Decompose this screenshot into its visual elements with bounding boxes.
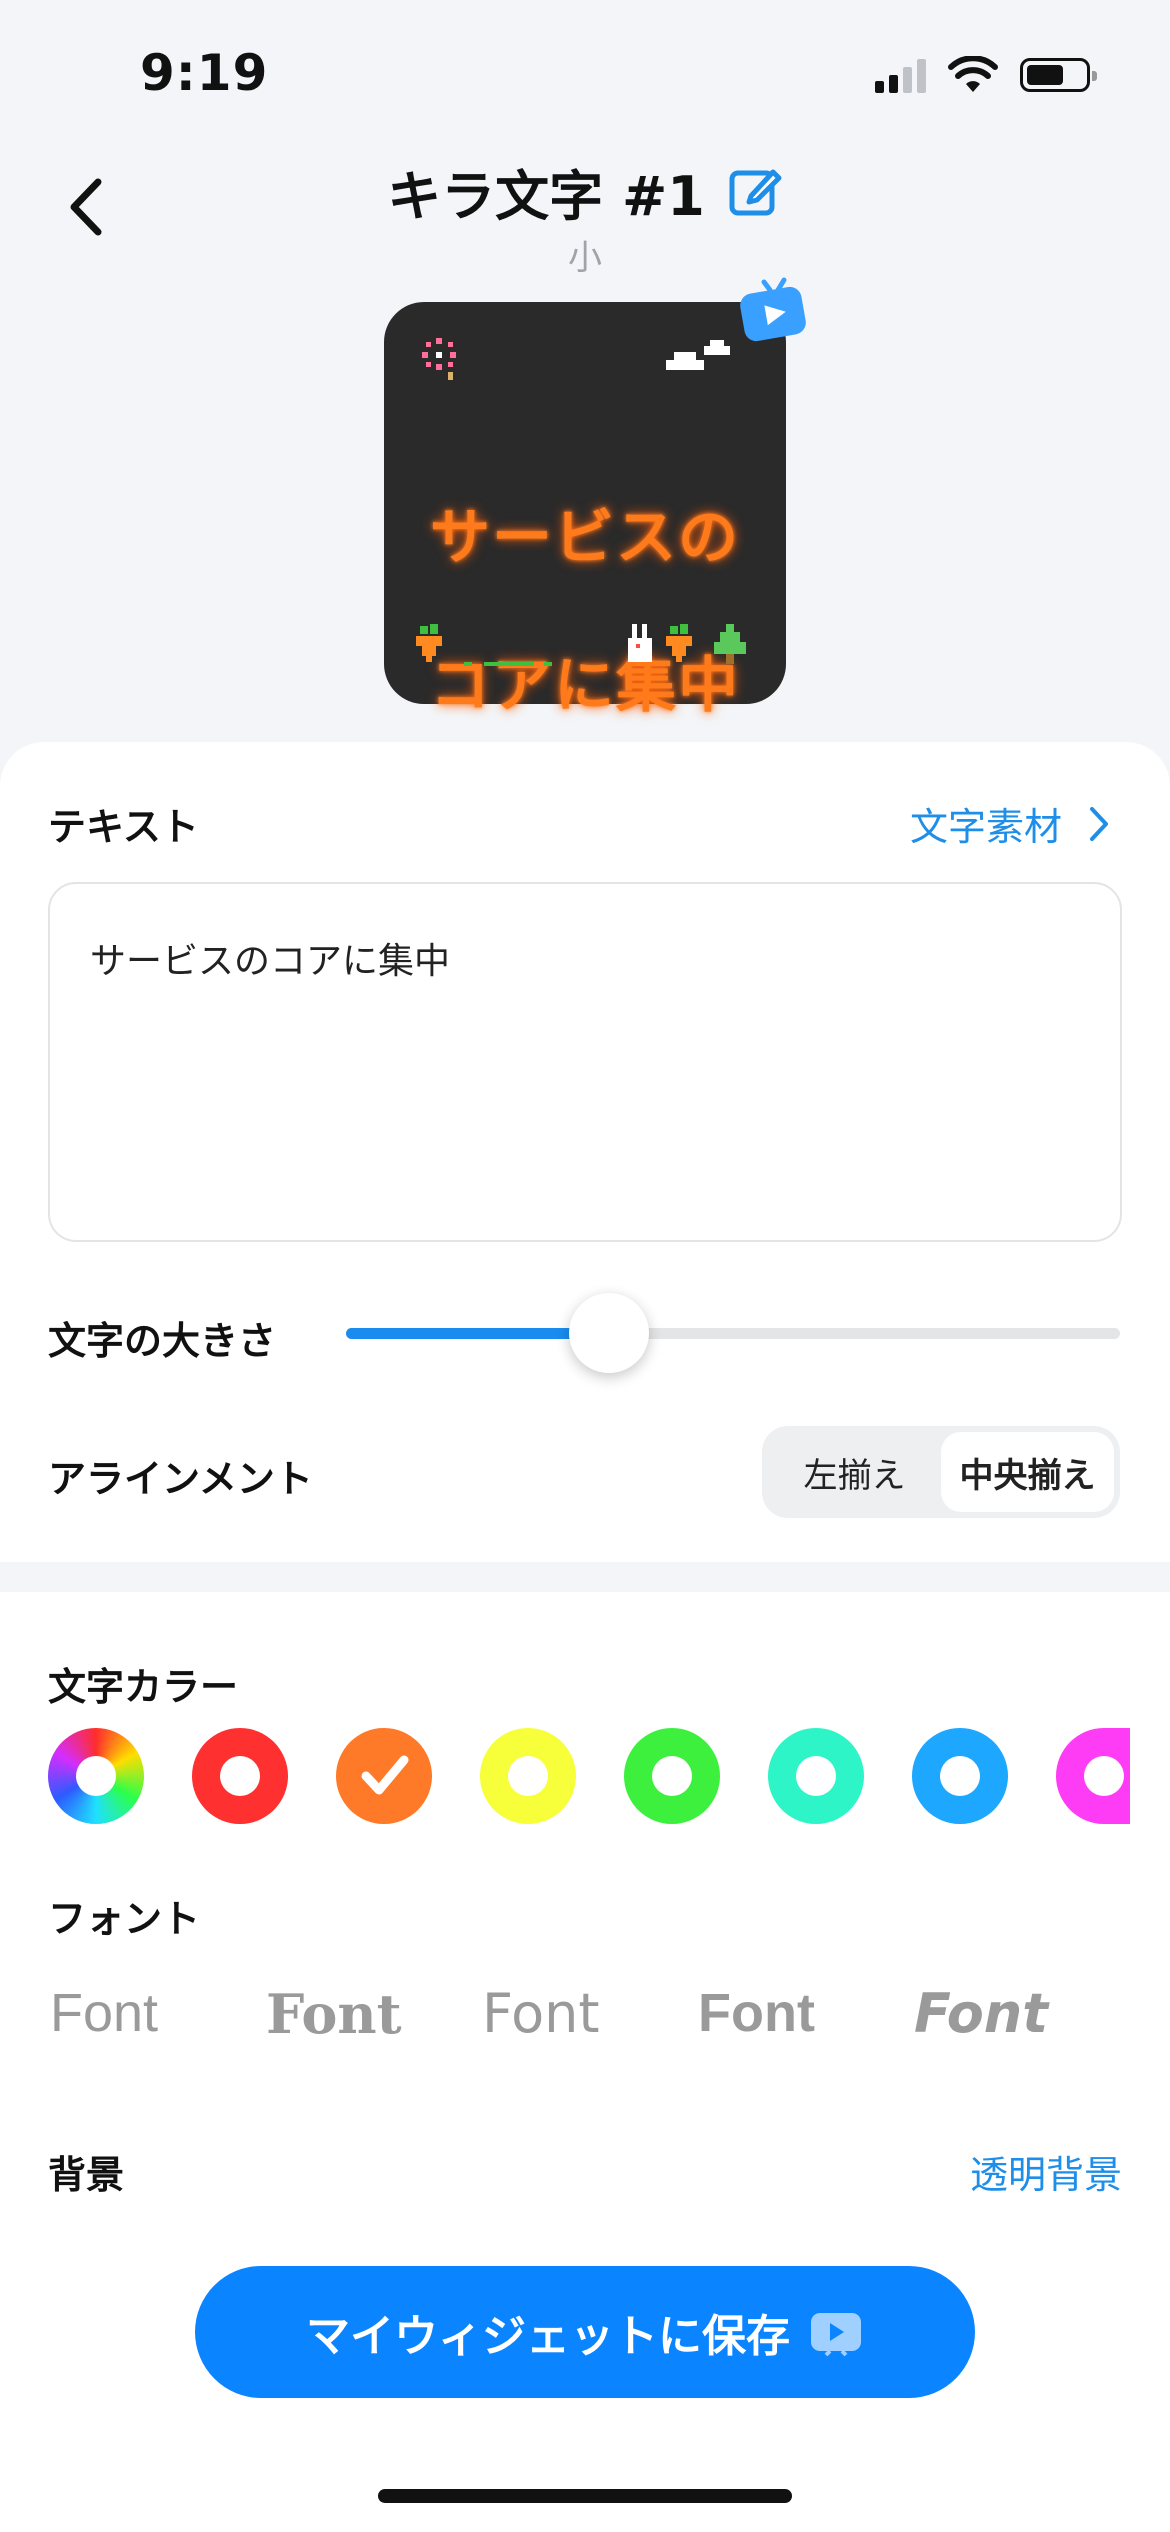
font-option-2[interactable]: Font: [266, 1982, 482, 2046]
edit-icon[interactable]: [727, 164, 783, 220]
blue-color-swatch[interactable]: [912, 1728, 1008, 1824]
background-value-link[interactable]: 透明背景: [970, 2144, 1122, 2199]
color-swatches: [48, 1728, 1130, 1824]
chevron-right-icon: [1090, 806, 1109, 841]
page-title-group: キラ文字 #1: [387, 152, 783, 231]
tv-ad-icon: [811, 2313, 861, 2357]
teal-color-swatch[interactable]: [768, 1728, 864, 1824]
font-option-3[interactable]: Font: [482, 1982, 698, 2046]
font-size-slider-thumb[interactable]: [569, 1293, 650, 1373]
save-to-my-widgets-button[interactable]: マイウィジェットに保存: [195, 2266, 975, 2398]
rabbit-icon: [628, 624, 652, 662]
title-row: キラ文字 #1: [0, 152, 1170, 231]
size-subtitle: 小: [568, 238, 602, 278]
cloud-icon: [666, 340, 730, 370]
font-option-5[interactable]: Font: [914, 1982, 1130, 2046]
status-bar: 9:19: [0, 0, 1170, 150]
green-color-swatch[interactable]: [624, 1728, 720, 1824]
status-icons: [875, 56, 1097, 94]
text-material-link[interactable]: 文字素材: [910, 796, 1110, 851]
widget-preview: サービスの コアに集中: [384, 277, 806, 721]
rainbow-color-swatch[interactable]: [48, 1728, 144, 1824]
alignment-label: アラインメント: [48, 1457, 313, 1501]
magenta-color-swatch[interactable]: [1056, 1728, 1130, 1824]
align-center-option[interactable]: 中央揃え: [941, 1432, 1114, 1512]
background-label: 背景: [48, 2153, 125, 2197]
text-material-link-label: 文字素材: [910, 805, 1063, 849]
orange-color-swatch[interactable]: [336, 1728, 432, 1824]
font-size-label: 文字の大きさ: [48, 1319, 277, 1363]
align-left-option[interactable]: 左揃え: [768, 1432, 941, 1512]
font-options: Font Font Font Font Font: [50, 1982, 1130, 2046]
cellular-signal-icon: [875, 57, 926, 93]
pixel-scene: [416, 624, 746, 666]
tree-icon: [714, 624, 746, 664]
checkmark-icon: [361, 1755, 409, 1795]
status-time: 9:19: [140, 44, 269, 102]
text-color-label: 文字カラー: [48, 1665, 239, 1709]
font-size-slider-track[interactable]: [346, 1328, 1120, 1339]
font-option-1[interactable]: Font: [50, 1982, 266, 2046]
font-label: フォント: [48, 1897, 201, 1941]
alignment-segmented-control: 左揃え 中央揃え: [762, 1426, 1120, 1518]
save-button-label: マイウィジェットに保存: [306, 2311, 790, 2362]
carrot-icon-2: [666, 624, 692, 662]
font-option-4[interactable]: Font: [698, 1982, 914, 2046]
yellow-color-swatch[interactable]: [480, 1728, 576, 1824]
home-indicator: [378, 2489, 792, 2503]
wifi-icon: [948, 56, 998, 92]
tv-badge-icon: [740, 277, 806, 342]
section-divider: [0, 1562, 1170, 1592]
preview-text-line-1: サービスの: [430, 503, 740, 573]
battery-icon: [1020, 58, 1097, 92]
text-section-label: テキスト: [48, 805, 199, 849]
red-color-swatch[interactable]: [192, 1728, 288, 1824]
firework-icon: [422, 338, 456, 380]
carrot-icon: [416, 624, 442, 662]
page-title: キラ文字 #1: [387, 165, 705, 228]
text-input[interactable]: サービスのコアに集中: [48, 882, 1122, 1242]
